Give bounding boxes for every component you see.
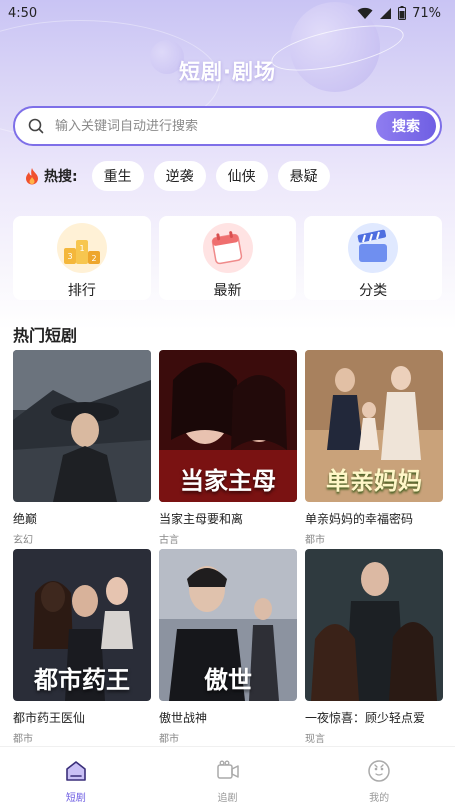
battery-icon	[398, 6, 407, 20]
battery-level: 71%	[412, 5, 441, 21]
category-label: 分类	[359, 283, 388, 299]
drama-cover[interactable]: 当家主母	[159, 350, 297, 502]
search-button[interactable]: 搜索	[376, 111, 436, 141]
drama-card[interactable]: 绝巅 玄幻	[13, 350, 151, 546]
home-icon	[66, 761, 86, 781]
search-input[interactable]	[45, 118, 376, 134]
search-icon	[28, 118, 44, 134]
hot-tag[interactable]: 逆袭	[153, 161, 206, 191]
tab-label: 追剧	[217, 793, 238, 804]
category-ranking[interactable]: 3 1 2 排行	[13, 216, 151, 300]
status-time: 4:50	[8, 5, 38, 21]
cover-image	[305, 549, 443, 701]
svg-text:3: 3	[67, 252, 72, 261]
drama-card[interactable]: 傲世 傲世战神 都市	[159, 549, 297, 745]
drama-cover[interactable]: 傲世	[159, 549, 297, 701]
drama-card[interactable]: 单亲妈妈 单亲妈妈的幸福密码 都市	[305, 350, 443, 546]
tab-following[interactable]: 追剧	[152, 747, 304, 809]
drama-genre: 都市	[13, 734, 33, 745]
hot-search-text: 热搜:	[44, 169, 78, 185]
drama-card[interactable]: 一夜惊喜：顾少轻点爱 现言	[305, 549, 443, 745]
profile-icon	[368, 760, 390, 782]
drama-title: 绝巅	[13, 512, 38, 526]
hot-tag[interactable]: 重生	[91, 161, 144, 191]
drama-genre: 现言	[305, 734, 325, 745]
drama-genre: 古言	[159, 535, 179, 546]
section-title: 热门短剧	[13, 326, 78, 345]
video-icon	[216, 760, 239, 779]
svg-text:2: 2	[91, 254, 96, 263]
cover-title-art: 当家主母	[180, 466, 276, 495]
drama-title: 单亲妈妈的幸福密码	[305, 512, 414, 526]
signal-icon	[380, 7, 392, 19]
hot-search-label: 热搜:	[24, 166, 78, 186]
drama-cover[interactable]	[305, 549, 443, 701]
category-label: 排行	[67, 283, 96, 299]
hot-tag[interactable]: 仙侠	[215, 161, 268, 191]
drama-genre: 都市	[305, 535, 325, 546]
tab-label: 短剧	[65, 793, 86, 804]
drama-cover[interactable]: 单亲妈妈	[305, 350, 443, 502]
drama-title: 傲世战神	[159, 711, 208, 725]
podium-icon: 3 1 2	[56, 223, 107, 273]
tab-label: 我的	[369, 793, 390, 804]
tab-drama[interactable]: 短剧	[0, 747, 152, 809]
category-shortcuts: 3 1 2 排行 最新 分类	[13, 216, 443, 300]
hot-search-row: 热搜: 重生 逆袭 仙侠 悬疑	[24, 160, 330, 192]
category-latest[interactable]: 最新	[158, 216, 297, 300]
tab-profile[interactable]: 我的	[303, 747, 455, 809]
flame-icon	[26, 168, 38, 185]
status-bar: 4:50 71%	[0, 0, 455, 26]
hot-tag[interactable]: 悬疑	[277, 161, 330, 191]
drama-title: 当家主母要和离	[159, 512, 244, 526]
drama-card[interactable]: 当家主母 当家主母要和离 古言	[159, 350, 297, 546]
drama-grid: 绝巅 玄幻 当家主母 当家主母要和离 古言 单亲妈妈 单亲妈妈的幸福密码 都市 …	[13, 350, 443, 745]
bottom-tab-bar: 短剧 追剧 我的	[0, 746, 455, 809]
drama-cover[interactable]	[13, 350, 151, 502]
wifi-icon	[357, 7, 373, 19]
drama-cover[interactable]: 都市药王	[13, 549, 151, 701]
drama-genre: 都市	[159, 734, 179, 745]
svg-text:1: 1	[79, 244, 84, 253]
drama-card[interactable]: 都市药王 都市药王医仙 都市	[13, 549, 151, 745]
cover-title-art: 都市药王	[34, 665, 130, 694]
category-classify[interactable]: 分类	[304, 216, 443, 300]
search-bar[interactable]: 搜索	[13, 106, 442, 146]
cover-title-art: 傲世	[204, 665, 252, 694]
drama-title: 一夜惊喜：顾少轻点爱	[305, 711, 426, 725]
drama-title: 都市药王医仙	[13, 711, 86, 725]
cover-image	[13, 350, 151, 502]
page-title: 短剧·剧场	[179, 60, 276, 84]
clapperboard-icon	[348, 223, 399, 273]
cover-title-art: 单亲妈妈	[326, 466, 422, 495]
category-label: 最新	[213, 283, 242, 299]
calendar-icon	[202, 223, 253, 273]
drama-genre: 玄幻	[13, 535, 33, 546]
